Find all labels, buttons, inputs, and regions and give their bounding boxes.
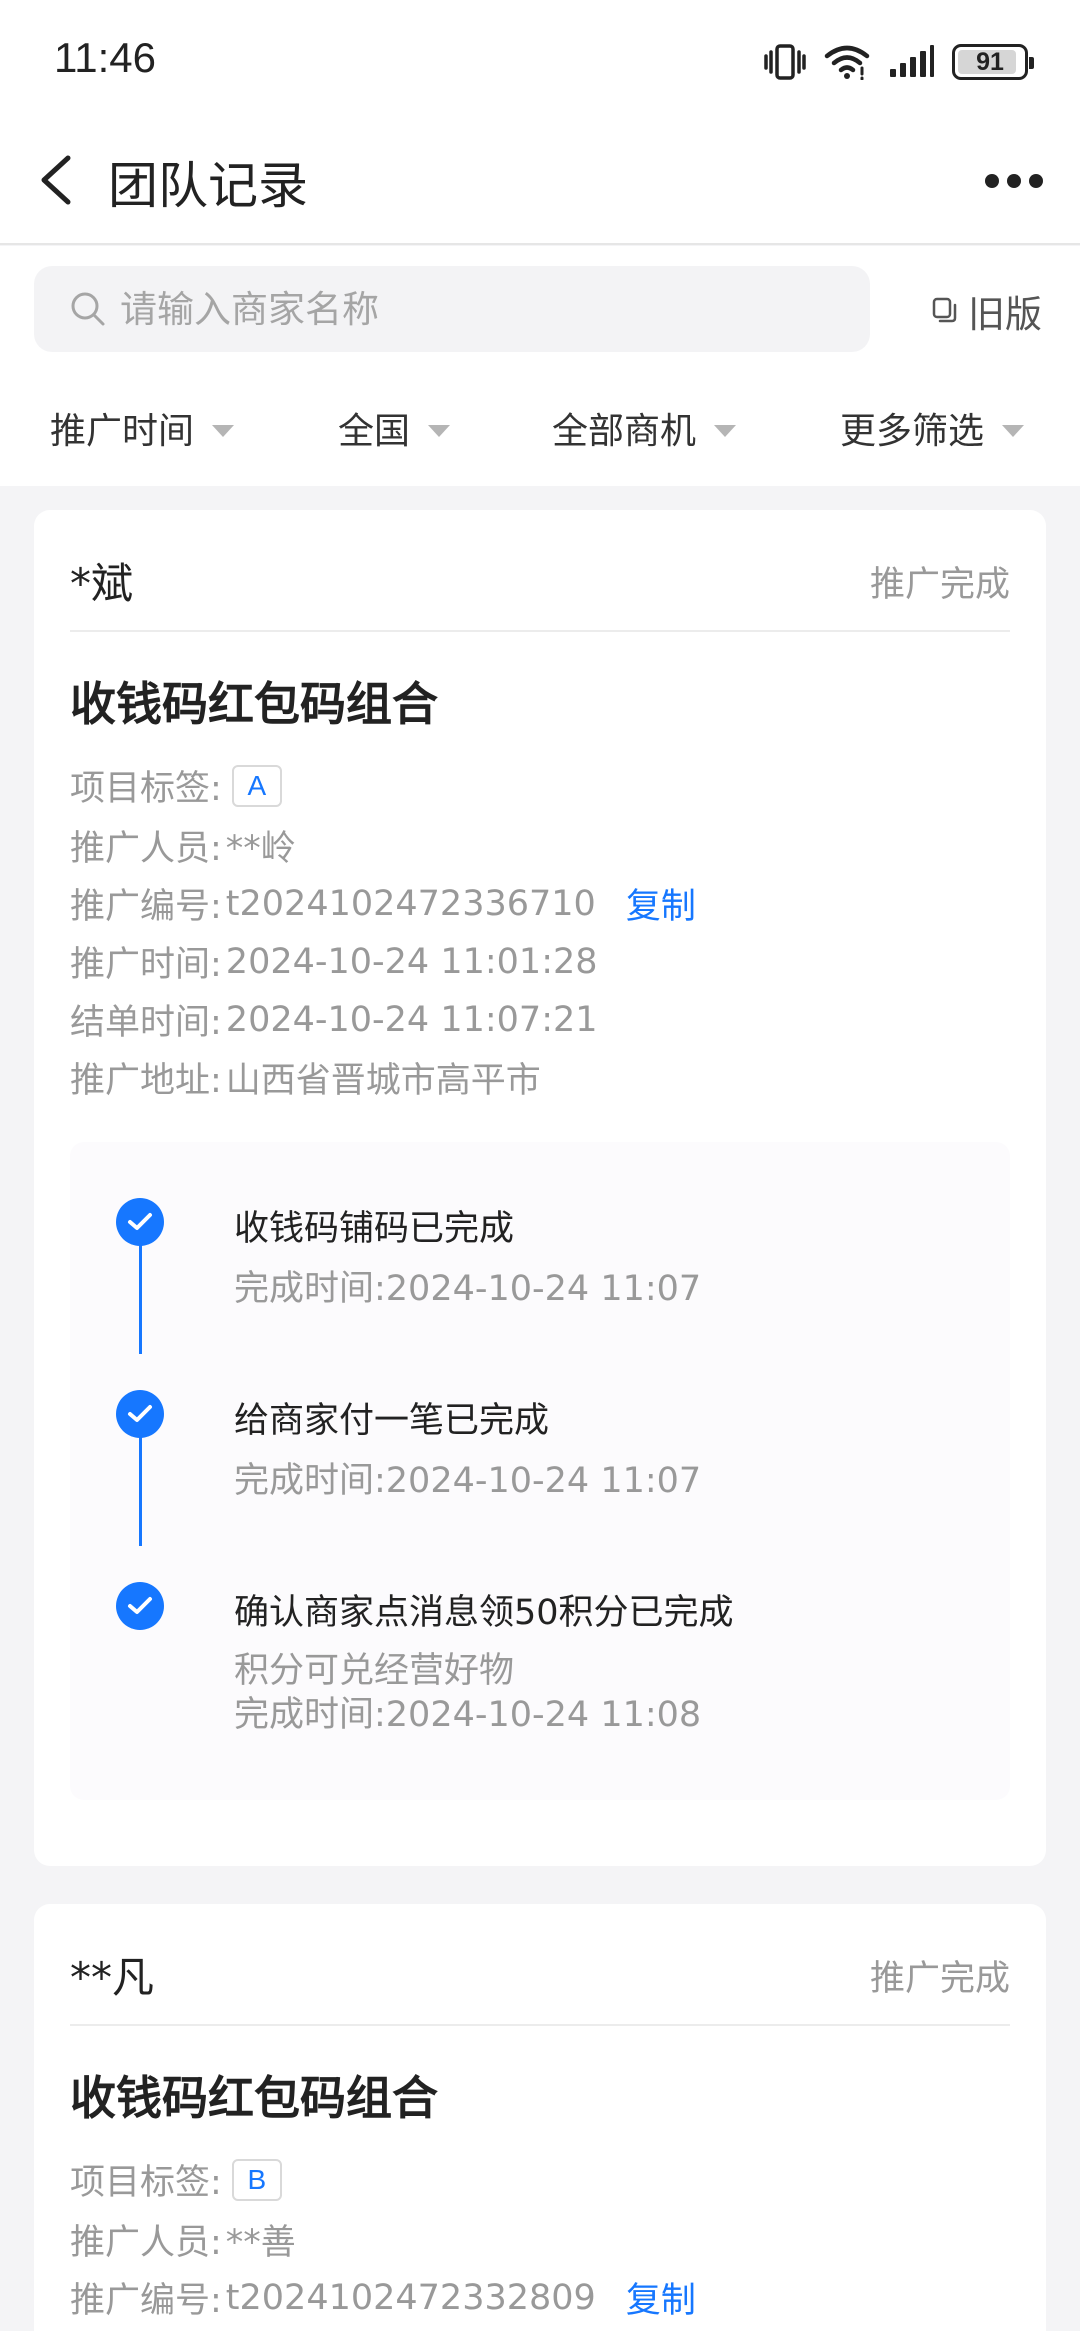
promo-code-value: t2024102472332809 (225, 2277, 596, 2318)
info-row-promoter: 推广人员: **岭 (70, 820, 296, 871)
filter-label: 全部商机 (552, 411, 697, 452)
info-label: 项目标签: (70, 769, 222, 809)
card-header: **凡 推广完成 (70, 1904, 1010, 2026)
info-row-tag: 项目标签: B (70, 2154, 282, 2205)
status-icons: 91 (764, 38, 1034, 86)
info-row-code: 推广编号: t2024102472332809 复制 (70, 2272, 696, 2323)
filter-promo-time[interactable]: 推广时间 (50, 402, 235, 454)
step-done-time: 完成时间:2024-10-24 11:07 (234, 1269, 702, 1309)
caret-down-icon (212, 425, 235, 437)
battery-icon: 91 (952, 44, 1034, 80)
filter-business[interactable]: 全部商机 (552, 402, 737, 454)
info-label: 推广人员: (70, 2223, 222, 2263)
step-title: 确认商家点消息领50积分已完成 (234, 1593, 734, 1633)
info-row-promoter: 推广人员: **善 (70, 2214, 296, 2265)
record-card[interactable]: **凡 推广完成 收钱码红包码组合 项目标签: B 推广人员: **善 推广编号… (34, 1904, 1046, 2331)
info-label: 推广时间: (70, 945, 222, 985)
search-box[interactable] (34, 266, 870, 352)
progress-timeline: 收钱码铺码已完成 完成时间:2024-10-24 11:07 给商家付一笔已完成… (70, 1142, 1010, 1800)
search-input[interactable] (120, 266, 840, 352)
record-card[interactable]: *斌 推广完成 收钱码红包码组合 项目标签: A 推广人员: **岭 推广编号:… (34, 510, 1046, 1866)
promoter-value: **岭 (225, 829, 296, 869)
info-label: 推广人员: (70, 829, 222, 869)
filter-bar: 推广时间 全国 全部商机 更多筛选 (0, 366, 1080, 486)
caret-down-icon (1002, 425, 1025, 437)
status-time: 11:46 (54, 34, 156, 81)
caret-down-icon (428, 425, 451, 437)
filter-label: 全国 (338, 411, 411, 452)
info-label: 结单时间: (70, 1003, 222, 1043)
status-bar: 11:46 91 (0, 0, 1080, 120)
copy-icon (932, 297, 957, 323)
search-area: 旧版 (0, 246, 1080, 366)
step-title: 给商家付一笔已完成 (234, 1401, 550, 1441)
step-done-time: 完成时间:2024-10-24 11:08 (234, 1695, 702, 1735)
old-version-label: 旧版 (968, 293, 1042, 336)
old-version-button[interactable]: 旧版 (932, 284, 1042, 338)
check-icon (116, 1582, 164, 1630)
step-done-time: 完成时间:2024-10-24 11:07 (234, 1461, 702, 1501)
back-icon[interactable] (30, 150, 90, 210)
battery-level: 91 (976, 47, 1004, 76)
promoter-value: **善 (225, 2223, 296, 2263)
vibrate-icon (764, 44, 806, 80)
promo-code-value: t2024102472336710 (225, 883, 596, 924)
page-title: 团队记录 (108, 157, 308, 215)
more-icon[interactable] (984, 170, 1044, 192)
wifi-icon (824, 45, 870, 80)
settle-time-value: 2024-10-24 11:07:21 (225, 999, 598, 1040)
info-row-address: 推广地址: 山西省晋城市高平市 (70, 1052, 541, 1103)
filter-more[interactable]: 更多筛选 (840, 402, 1025, 454)
check-icon (116, 1198, 164, 1246)
address-value: 山西省晋城市高平市 (225, 1061, 541, 1101)
info-label: 推广编号: (70, 2281, 222, 2321)
project-title: 收钱码红包码组合 (70, 677, 438, 731)
card-header: *斌 推广完成 (70, 510, 1010, 632)
copy-button[interactable]: 复制 (626, 2272, 696, 2323)
info-label: 项目标签: (70, 2163, 222, 2203)
project-title: 收钱码红包码组合 (70, 2071, 438, 2125)
project-tag: A (231, 764, 282, 807)
info-label: 推广地址: (70, 1061, 222, 1101)
info-row-code: 推广编号: t2024102472336710 复制 (70, 878, 696, 929)
merchant-name: **凡 (70, 1953, 155, 2002)
filter-region[interactable]: 全国 (338, 402, 451, 454)
copy-button[interactable]: 复制 (626, 878, 696, 929)
check-icon (116, 1390, 164, 1438)
status-badge: 推广完成 (869, 565, 1010, 605)
info-label: 推广编号: (70, 887, 222, 927)
filter-label: 推广时间 (50, 411, 195, 452)
step-title: 收钱码铺码已完成 (234, 1209, 515, 1249)
nav-bar: 团队记录 (0, 120, 1080, 245)
promo-time-value: 2024-10-24 11:01:28 (225, 941, 598, 982)
search-icon (71, 292, 105, 326)
status-badge: 推广完成 (869, 1959, 1010, 1999)
signal-icon (890, 45, 934, 77)
info-row-time: 推广时间: 2024-10-24 11:01:28 (70, 936, 598, 987)
info-row-settle: 结单时间: 2024-10-24 11:07:21 (70, 994, 598, 1045)
project-tag: B (231, 2158, 282, 2201)
merchant-name: *斌 (70, 559, 134, 608)
info-row-tag: 项目标签: A (70, 760, 282, 811)
caret-down-icon (714, 425, 737, 437)
filter-label: 更多筛选 (840, 411, 985, 452)
